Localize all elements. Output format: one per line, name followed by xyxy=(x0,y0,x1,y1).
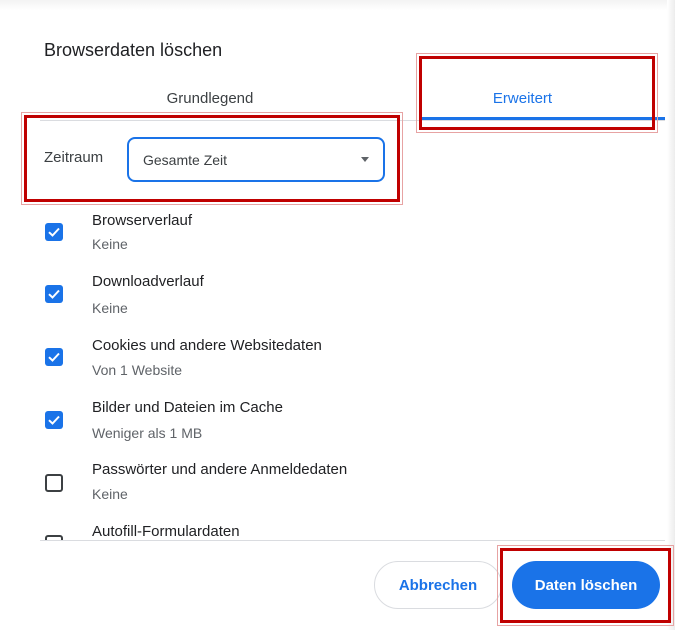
option-detail: Keine xyxy=(92,486,128,502)
checkbox-download-history[interactable] xyxy=(45,285,63,303)
time-range-select[interactable]: Gesamte Zeit xyxy=(127,137,385,182)
window-right-edge xyxy=(667,0,675,630)
checkmark-icon xyxy=(48,289,60,299)
option-cookies: Cookies und andere Websitedaten Von 1 We… xyxy=(0,326,665,388)
option-browsing-history: Browserverlauf Keine xyxy=(0,200,665,262)
tab-advanced[interactable]: Erweitert xyxy=(380,75,665,121)
dropdown-arrow-icon xyxy=(361,157,369,162)
data-type-list: Browserverlauf Keine Downloadverlauf Kei… xyxy=(0,200,665,540)
footer-divider xyxy=(40,540,665,541)
checkmark-icon xyxy=(48,352,60,362)
checkmark-icon xyxy=(48,227,60,237)
option-detail: Keine xyxy=(92,300,128,316)
option-detail: Von 1 Website xyxy=(92,362,183,378)
tabs-divider xyxy=(40,120,665,121)
checkbox-cookies[interactable] xyxy=(45,348,63,366)
clear-browsing-data-dialog: Browserdaten löschen Grundlegend Erweite… xyxy=(0,0,675,630)
option-label: Bilder und Dateien im Cache xyxy=(92,399,283,416)
option-detail: Keine xyxy=(92,236,128,252)
option-label: Passwörter und andere Anmeldedaten xyxy=(92,461,348,478)
option-label: Cookies und andere Websitedaten xyxy=(92,337,322,354)
option-passwords: Passwörter und andere Anmeldedaten Keine xyxy=(0,451,665,513)
checkbox-passwords[interactable] xyxy=(45,474,63,492)
option-cache: Bilder und Dateien im Cache Weniger als … xyxy=(0,388,665,450)
window-top-edge xyxy=(0,0,675,10)
option-label: Autofill-Formulardaten xyxy=(92,523,240,540)
option-download-history: Downloadverlauf Keine xyxy=(0,263,665,325)
cancel-button[interactable]: Abbrechen xyxy=(374,561,502,609)
option-label: Browserverlauf xyxy=(92,212,193,229)
clear-data-button[interactable]: Daten löschen xyxy=(512,561,660,609)
option-detail: Weniger als 1 MB xyxy=(92,425,203,441)
tab-bar: Grundlegend Erweitert xyxy=(0,75,665,123)
checkbox-browsing-history[interactable] xyxy=(45,223,63,241)
dialog-title: Browserdaten löschen xyxy=(44,40,223,60)
tab-basic[interactable]: Grundlegend xyxy=(40,75,380,121)
time-range-label: Zeitraum xyxy=(44,149,104,166)
checkmark-icon xyxy=(48,415,60,425)
option-autofill: Autofill-Formulardaten xyxy=(0,514,665,540)
checkbox-cache[interactable] xyxy=(45,411,63,429)
option-label: Downloadverlauf xyxy=(92,273,204,290)
time-range-value: Gesamte Zeit xyxy=(143,151,228,168)
